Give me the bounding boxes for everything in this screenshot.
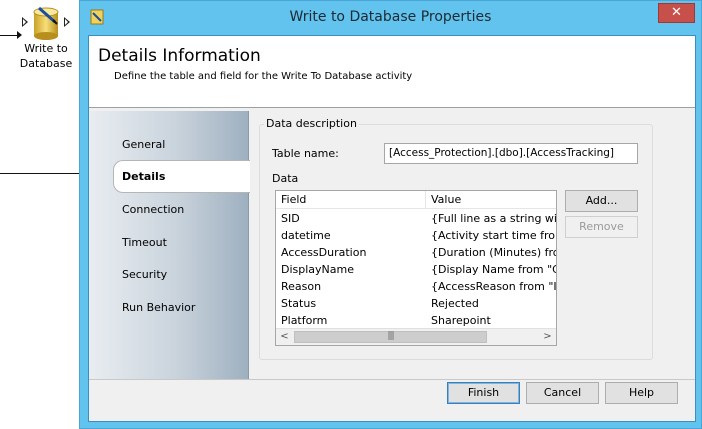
- field-cell: AccessDuration: [281, 246, 367, 259]
- cancel-button[interactable]: Cancel: [526, 382, 599, 404]
- list-header: Field Value: [276, 191, 556, 209]
- group-label: Data description: [264, 117, 359, 130]
- header-band: Details Information Define the table and…: [89, 36, 695, 108]
- activity-label: Write to Database: [16, 41, 76, 71]
- value-cell: {Duration (Minutes) from ": [431, 246, 556, 259]
- field-cell: Status: [281, 297, 317, 310]
- table-row[interactable]: DisplayName {Display Name from "Get .: [276, 261, 556, 278]
- table-row[interactable]: Platform Sharepoint: [276, 312, 556, 329]
- data-list[interactable]: Field Value SID {Full line as a string w…: [275, 190, 557, 346]
- scrollbar-thumb[interactable]: |||: [294, 331, 487, 343]
- title-bar[interactable]: Write to Database Properties ✕: [80, 1, 701, 34]
- table-row[interactable]: SID {Full line as a string with fi: [276, 210, 556, 227]
- value-cell: {AccessReason from "Initi: [431, 280, 557, 293]
- sidebar-nav: General Details Connection Timeout Secur…: [89, 111, 250, 379]
- field-cell: Platform: [281, 314, 328, 327]
- sidebar-item-label: Details: [122, 170, 166, 183]
- field-cell: datetime: [281, 229, 331, 242]
- input-port-icon[interactable]: [22, 17, 28, 27]
- scroll-left-icon[interactable]: <: [276, 329, 293, 345]
- help-button[interactable]: Help: [605, 382, 678, 404]
- field-cell: Reason: [281, 280, 322, 293]
- dialog-client: Details Information Define the table and…: [88, 35, 696, 422]
- activity-label-line2: Database: [19, 57, 73, 70]
- table-row[interactable]: Status Rejected: [276, 295, 556, 312]
- sidebar-item-general[interactable]: General: [122, 138, 165, 151]
- field-cell: SID: [281, 212, 300, 225]
- value-cell: Sharepoint: [431, 314, 491, 327]
- add-button[interactable]: Add...: [565, 190, 638, 212]
- value-cell: {Full line as a string with fi: [431, 212, 557, 225]
- grip-icon: |||: [387, 331, 394, 341]
- value-cell: {Display Name from "Get .: [431, 263, 556, 276]
- sidebar-item-security[interactable]: Security: [122, 268, 167, 281]
- connector-arrow-icon: [17, 31, 22, 39]
- table-name-input[interactable]: [Access_Protection].[dbo].[AccessTrackin…: [384, 143, 638, 164]
- close-button[interactable]: ✕: [658, 3, 695, 23]
- table-row[interactable]: Reason {AccessReason from "Initi: [276, 278, 556, 295]
- table-name-label: Table name:: [272, 147, 339, 160]
- sidebar-item-connection[interactable]: Connection: [122, 203, 184, 216]
- activity-label-line1: Write to: [24, 42, 68, 55]
- database-icon: [33, 6, 59, 40]
- page-title: Details Information: [98, 46, 261, 66]
- sidebar-item-run-behavior[interactable]: Run Behavior: [122, 301, 195, 314]
- remove-button[interactable]: Remove: [565, 216, 638, 238]
- write-to-database-activity[interactable]: Write to Database: [16, 4, 76, 74]
- scroll-right-icon[interactable]: >: [539, 329, 556, 345]
- value-cell: {Activity start time from ".: [431, 229, 556, 242]
- sidebar-item-timeout[interactable]: Timeout: [122, 236, 167, 249]
- properties-dialog: Write to Database Properties ✕ Details I…: [79, 0, 702, 429]
- data-label: Data: [272, 172, 299, 185]
- table-row[interactable]: datetime {Activity start time from ".: [276, 227, 556, 244]
- value-cell: Rejected: [431, 297, 479, 310]
- field-cell: DisplayName: [281, 263, 354, 276]
- column-header-field[interactable]: Field: [276, 191, 426, 209]
- column-header-value[interactable]: Value: [426, 191, 556, 209]
- page-subtitle: Define the table and field for the Write…: [114, 71, 413, 82]
- finish-button[interactable]: Finish: [447, 382, 520, 404]
- sidebar-item-details[interactable]: Details: [113, 160, 250, 193]
- output-port-icon[interactable]: [64, 17, 70, 27]
- connector-line: [0, 173, 81, 174]
- table-row[interactable]: AccessDuration {Duration (Minutes) from …: [276, 244, 556, 261]
- window-title: Write to Database Properties: [289, 9, 492, 25]
- horizontal-scrollbar[interactable]: < ||| >: [276, 328, 556, 345]
